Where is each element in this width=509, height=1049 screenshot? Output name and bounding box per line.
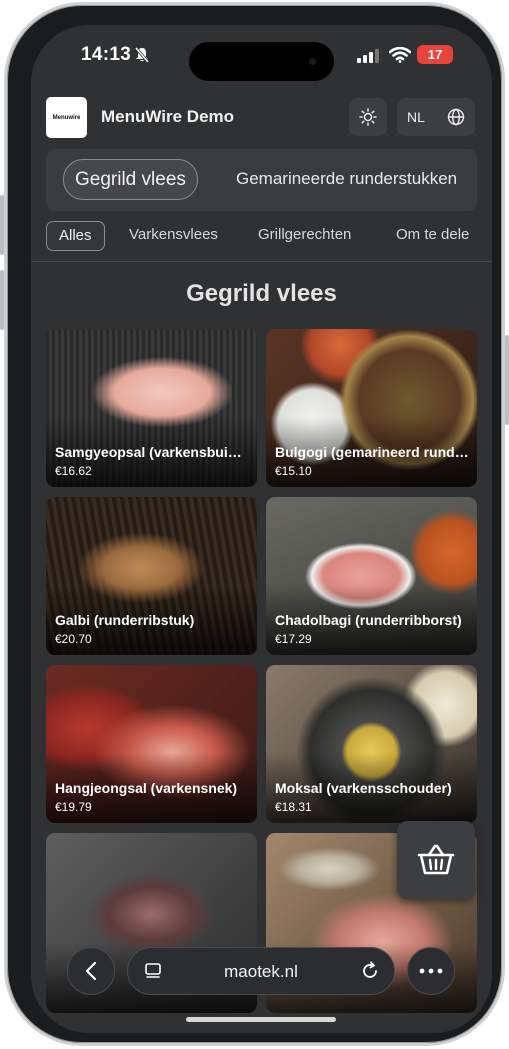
item-name: Galbi (runderribstuk) [55,612,195,628]
brand-logo[interactable]: Menuwire [46,97,87,138]
subcategory-tab[interactable]: Om te dele [396,221,469,251]
category-tab[interactable]: Gemarineerde runderstukken [236,169,457,189]
power-button [505,335,509,425]
menu-item-card[interactable]: Samgyeopsal (varkensbuikspek) €16.62 [46,329,257,487]
menu-item-card[interactable]: Moksal (varkensschouder) €18.31 [266,665,477,823]
status-time: 14:13 [81,44,132,65]
app-title: MenuWire Demo [101,107,235,126]
subcategory-tab[interactable]: Varkensvlees [129,221,218,251]
language-button[interactable]: NL [397,98,475,136]
basket-icon [417,844,455,875]
status-bar: 14:13 17 [31,25,492,85]
item-name: Chadolbagi (runderribborst) [275,612,462,628]
item-price: €15.10 [275,464,312,478]
camera-dot [309,58,316,65]
back-button[interactable] [67,947,115,995]
item-price: €20.70 [55,632,92,646]
subcategory-tab[interactable]: Grillgerechten [258,221,351,251]
item-price: €19.79 [55,800,92,814]
category-bar: Gegrild vlees Gemarineerde runderstukken [46,149,477,211]
bell-slash-icon [135,47,149,63]
home-indicator [186,1017,336,1022]
volume-button [0,270,4,330]
menu-item-card[interactable]: Bulgogi (gemarineerd rundvlees) €15.10 [266,329,477,487]
subcategory-bar: Alles Varkensvlees Grillgerechten Om te … [46,221,486,251]
section-title: Gegrild vlees [186,280,337,307]
more-button[interactable] [407,947,455,995]
globe-icon [447,108,465,126]
item-name: Hangjeongsal (varkensnek) [55,780,238,796]
phone-frame: 14:13 17 Menuwire MenuWire Demo NL Gegri… [0,2,509,1046]
reload-icon[interactable] [360,961,380,981]
cart-button[interactable] [397,821,475,899]
url-bar[interactable]: maotek.nl [127,947,395,995]
theme-toggle-button[interactable] [349,98,387,136]
url-text: maotek.nl [224,962,298,981]
signal-icon [357,49,379,63]
menu-item-card[interactable]: Hangjeongsal (varkensnek) €19.79 [46,665,257,823]
item-price: €16.62 [55,464,92,478]
menu-item-card[interactable]: Chadolbagi (runderribborst) €17.29 [266,497,477,655]
item-price: €18.31 [275,800,312,814]
back-icon [85,961,97,981]
volume-button [0,195,4,255]
item-name: Moksal (varkensschouder) [275,780,452,796]
category-tab-active[interactable]: Gegrild vlees [63,159,198,200]
item-name: Samgyeopsal (varkensbuikspek) [55,444,249,460]
item-name: Bulgogi (gemarineerd rundvlees) [275,444,469,460]
divider [31,261,492,262]
battery-icon: 17 [417,45,453,64]
more-icon [419,968,443,974]
language-label: NL [407,109,425,125]
logo-text: Menuwire [52,114,81,121]
subcategory-tab-active[interactable]: Alles [46,221,105,251]
item-price: €17.29 [275,632,312,646]
screen: 14:13 17 Menuwire MenuWire Demo NL Gegri… [31,25,492,1033]
dynamic-island [189,42,334,81]
wifi-icon [389,47,411,63]
menu-item-card[interactable]: Galbi (runderribstuk) €20.70 [46,497,257,655]
sun-icon [359,108,377,126]
